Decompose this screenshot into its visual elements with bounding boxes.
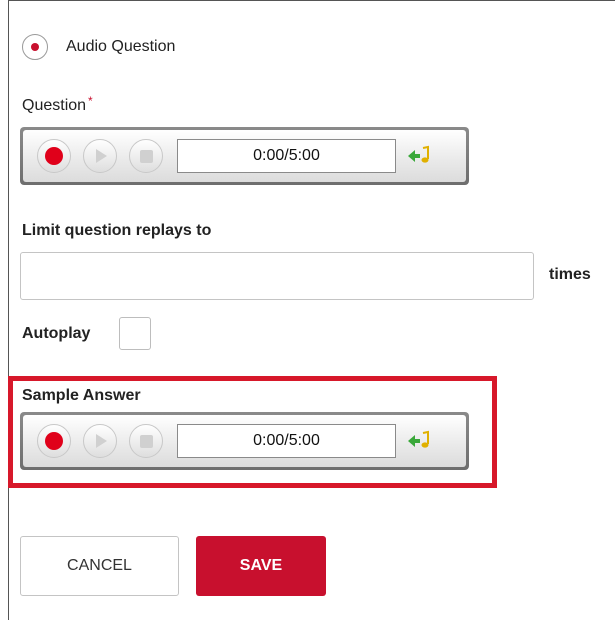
question-audio-recorder: 0:00/5:00: [20, 127, 469, 185]
record-icon: [45, 147, 63, 165]
panel-border-top: [8, 0, 615, 1]
question-recorder-body: 0:00/5:00: [23, 130, 466, 182]
sample-answer-time-display: 0:00/5:00: [177, 424, 396, 458]
question-label-group: Question *: [22, 94, 93, 115]
upload-audio-icon: [408, 145, 429, 163]
play-icon: [96, 434, 107, 448]
sample-answer-label: Sample Answer: [22, 387, 141, 404]
replays-input[interactable]: [20, 252, 534, 300]
sample-answer-upload-audio-button[interactable]: [406, 429, 432, 453]
question-time-display: 0:00/5:00: [177, 139, 396, 173]
audio-question-option[interactable]: Audio Question: [22, 34, 175, 60]
record-icon: [45, 432, 63, 450]
autoplay-label: Autoplay: [22, 325, 91, 342]
cancel-button[interactable]: CANCEL: [20, 536, 179, 596]
play-icon: [96, 149, 107, 163]
audio-question-radio[interactable]: [22, 34, 48, 60]
stop-icon: [139, 434, 153, 448]
sample-answer-stop-button[interactable]: [129, 424, 163, 458]
save-button[interactable]: SAVE: [196, 536, 326, 596]
question-label: Question: [22, 97, 87, 114]
sample-answer-play-button[interactable]: [83, 424, 117, 458]
question-stop-button[interactable]: [129, 139, 163, 173]
autoplay-checkbox[interactable]: [119, 317, 151, 350]
sample-answer-audio-recorder: 0:00/5:00: [20, 412, 469, 470]
times-suffix: times: [549, 266, 591, 283]
question-upload-audio-button[interactable]: [406, 144, 432, 168]
radio-selected-dot: [31, 43, 39, 51]
sample-answer-record-button[interactable]: [37, 424, 71, 458]
question-play-button[interactable]: [83, 139, 117, 173]
panel-border-left: [8, 0, 9, 620]
sample-answer-recorder-body: 0:00/5:00: [23, 415, 466, 467]
audio-question-label: Audio Question: [66, 38, 176, 55]
question-record-button[interactable]: [37, 139, 71, 173]
stop-icon: [139, 149, 153, 163]
required-marker: *: [88, 94, 93, 108]
upload-audio-icon: [408, 430, 429, 448]
replays-label: Limit question replays to: [22, 222, 212, 239]
